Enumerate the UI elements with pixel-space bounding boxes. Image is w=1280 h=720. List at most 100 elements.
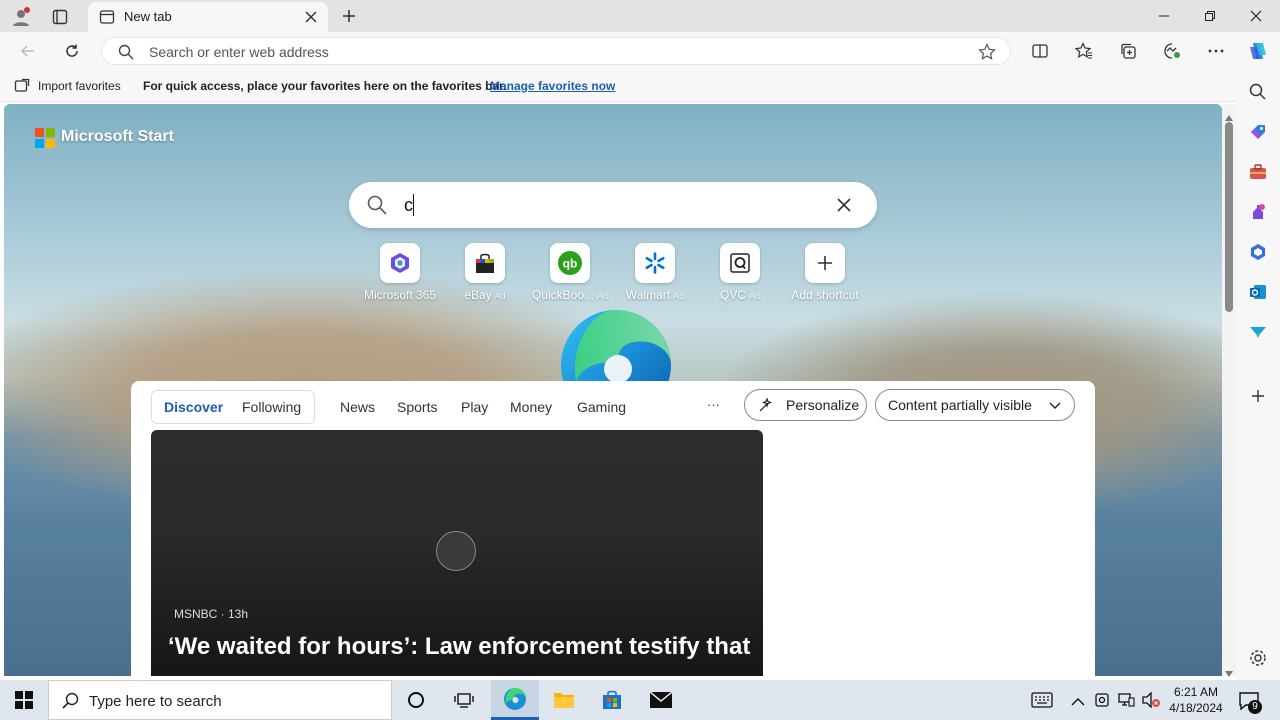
- chevron-down-icon: [1048, 398, 1062, 415]
- device-icon[interactable]: [1094, 691, 1110, 714]
- favorite-star-icon[interactable]: [978, 43, 996, 66]
- tab-news[interactable]: News: [340, 399, 375, 415]
- tab-discover[interactable]: Discover: [164, 399, 223, 415]
- import-favorites-button[interactable]: Import favorites: [38, 79, 121, 93]
- outlook-icon[interactable]: [1248, 282, 1268, 302]
- clear-search-icon[interactable]: [836, 197, 852, 218]
- search-icon: [118, 44, 134, 65]
- page-scrollbar[interactable]: [1222, 104, 1236, 677]
- system-clock[interactable]: 6:21 AM 4/18/2024: [1166, 684, 1226, 716]
- drop-icon[interactable]: [1248, 322, 1268, 342]
- favorites-bar: Import favorites For quick access, place…: [0, 70, 1280, 102]
- hero-article-card[interactable]: MSNBC · 13h ‘We waited for hours’: Law e…: [151, 430, 763, 676]
- start-button[interactable]: [0, 680, 48, 720]
- new-tab-page: Microsoft Start c Microsoft 365 eBay Ad q…: [4, 104, 1222, 676]
- tab-new-tab[interactable]: New tab: [88, 2, 328, 32]
- cortana-icon: [408, 692, 424, 708]
- walmart-icon: [635, 243, 675, 283]
- qvc-icon: [720, 243, 760, 283]
- shortcut-label: Microsoft 365: [363, 288, 437, 302]
- personalize-icon: [757, 396, 775, 417]
- browser-essentials-icon[interactable]: [1160, 40, 1184, 62]
- tab-following[interactable]: Following: [242, 399, 301, 415]
- search-icon: [367, 195, 387, 220]
- close-tab-icon[interactable]: [304, 10, 318, 29]
- collections-icon[interactable]: [1116, 40, 1140, 62]
- tab-sports[interactable]: Sports: [397, 399, 437, 415]
- title-bar: New tab: [0, 0, 1280, 32]
- restore-button[interactable]: [1196, 6, 1224, 26]
- chevron-up-icon[interactable]: [1071, 694, 1085, 712]
- address-bar[interactable]: Search or enter web address: [101, 37, 1011, 65]
- microsoft-365-icon[interactable]: [1248, 242, 1268, 262]
- microsoft-logo-icon: [35, 128, 55, 148]
- taskbar-search-box[interactable]: Type here to search: [48, 680, 392, 720]
- cortana-button[interactable]: [392, 680, 440, 720]
- add-shortcut-button[interactable]: Add shortcut: [780, 243, 870, 302]
- scroll-thumb[interactable]: [1225, 122, 1233, 312]
- close-window-button[interactable]: [1242, 6, 1270, 26]
- profile-icon[interactable]: [10, 6, 32, 28]
- news-feed: Discover Following News Sports Play Mone…: [131, 381, 1095, 676]
- add-sidebar-app-icon[interactable]: [1248, 386, 1268, 406]
- minimize-button[interactable]: [1150, 6, 1178, 26]
- task-view-icon: [454, 693, 474, 708]
- split-screen-icon[interactable]: [1028, 40, 1052, 62]
- manage-favorites-link[interactable]: Manage favorites now: [490, 79, 615, 93]
- notification-count-badge: 9: [1248, 700, 1262, 714]
- shortcut-quickbooks[interactable]: qb QuickBoo... Ad: [525, 243, 615, 302]
- volume-muted-icon[interactable]: [1141, 691, 1161, 713]
- personalize-button[interactable]: Personalize: [744, 389, 867, 421]
- shortcut-walmart[interactable]: Walmart Ad: [610, 243, 700, 302]
- personalize-label: Personalize: [786, 397, 860, 413]
- tab-gaming[interactable]: Gaming: [577, 399, 626, 415]
- taskbar-mail[interactable]: [637, 680, 685, 720]
- search-value: c: [404, 195, 413, 215]
- clock-time: 6:21 AM: [1173, 685, 1219, 699]
- more-menu-icon[interactable]: [1204, 40, 1228, 62]
- shortcut-label: Add shortcut: [791, 288, 859, 302]
- shortcut-microsoft-365[interactable]: Microsoft 365: [355, 243, 445, 302]
- copilot-icon[interactable]: [1245, 38, 1271, 64]
- more-tabs-button[interactable]: ···: [707, 397, 720, 412]
- shortcut-ebay[interactable]: eBay Ad: [440, 243, 530, 302]
- web-search-input[interactable]: c: [349, 182, 877, 228]
- tab-play[interactable]: Play: [461, 399, 488, 415]
- keyboard-icon[interactable]: [1031, 692, 1053, 713]
- new-tab-button[interactable]: [338, 5, 360, 27]
- ad-badge: Ad: [673, 291, 685, 301]
- shortcut-label: Walmart: [625, 288, 671, 302]
- quickbooks-icon: qb: [550, 243, 590, 283]
- article-title[interactable]: ‘We waited for hours’: Law enforcement t…: [168, 633, 750, 661]
- favorites-icon[interactable]: [1072, 40, 1096, 62]
- tab-money[interactable]: Money: [510, 399, 552, 415]
- sidebar-settings-icon[interactable]: [1248, 648, 1268, 668]
- ad-badge: Ad: [749, 291, 761, 301]
- shortcut-qvc[interactable]: QVC Ad: [695, 243, 785, 302]
- text-caret: [413, 194, 414, 216]
- svg-text:qb: qb: [563, 257, 578, 271]
- network-icon[interactable]: [1117, 692, 1135, 713]
- visibility-label: Content partially visible: [888, 397, 1032, 413]
- ebay-icon: [465, 243, 505, 283]
- loading-spinner: [436, 531, 476, 571]
- task-view-button[interactable]: [440, 680, 488, 720]
- back-button[interactable]: [16, 40, 40, 62]
- tab-actions-icon[interactable]: [48, 6, 72, 28]
- content-visibility-dropdown[interactable]: Content partially visible: [875, 389, 1075, 421]
- favorites-hint: For quick access, place your favorites h…: [143, 79, 507, 93]
- tools-icon[interactable]: [1248, 162, 1268, 182]
- article-source: MSNBC · 13h: [174, 607, 249, 621]
- taskbar-edge-app[interactable]: [491, 680, 539, 720]
- brand-title[interactable]: Microsoft Start: [61, 128, 174, 146]
- shortcut-label: QuickBoo...: [531, 288, 594, 302]
- search-icon[interactable]: [1248, 82, 1268, 102]
- plus-icon: [805, 243, 845, 283]
- taskbar-file-explorer[interactable]: [540, 680, 588, 720]
- taskbar-store[interactable]: [588, 680, 636, 720]
- tab-title: New tab: [124, 9, 172, 24]
- shopping-tag-icon[interactable]: [1248, 122, 1268, 142]
- refresh-button[interactable]: [60, 40, 84, 62]
- import-favorites-icon[interactable]: [14, 78, 30, 97]
- games-icon[interactable]: [1248, 202, 1268, 222]
